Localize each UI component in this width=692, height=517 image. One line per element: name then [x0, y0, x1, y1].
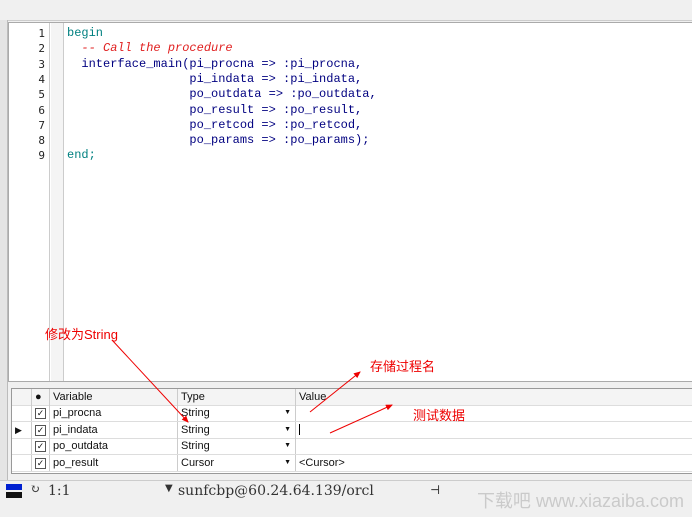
annotation-change-to-string: 修改为String [45, 327, 118, 342]
annotation-arrows [111, 339, 393, 434]
watermark: 下载吧 www.xiazaiba.com [476, 491, 684, 511]
annotation-procedure-name: 存储过程名 [370, 359, 436, 374]
annotation-test-data: 测试数据 [413, 408, 466, 423]
